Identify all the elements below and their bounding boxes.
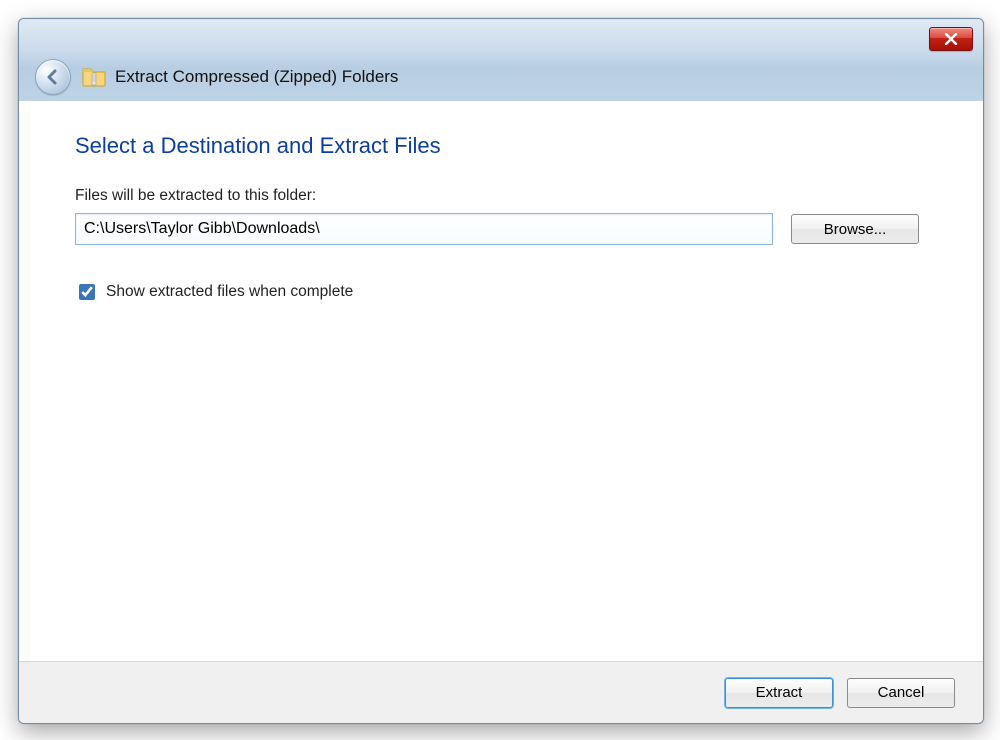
show-files-checkbox-label: Show extracted files when complete (106, 283, 353, 301)
destination-label: Files will be extracted to this folder: (75, 187, 927, 205)
extract-button[interactable]: Extract (725, 678, 833, 708)
show-files-checkbox[interactable] (79, 284, 95, 300)
show-files-checkbox-row[interactable]: Show extracted files when complete (75, 281, 927, 303)
back-arrow-icon (44, 68, 62, 86)
titlebar: Extract Compressed (Zipped) Folders (19, 19, 983, 102)
back-button[interactable] (35, 59, 71, 95)
close-icon (944, 33, 958, 45)
dialog-footer: Extract Cancel (19, 661, 983, 723)
page-heading: Select a Destination and Extract Files (75, 133, 927, 159)
cancel-button[interactable]: Cancel (847, 678, 955, 708)
dialog-window: Extract Compressed (Zipped) Folders Sele… (18, 18, 984, 724)
folder-zip-icon (81, 63, 107, 89)
dialog-title: Extract Compressed (Zipped) Folders (115, 67, 398, 87)
browse-button[interactable]: Browse... (791, 214, 919, 244)
dialog-content: Select a Destination and Extract Files F… (19, 101, 983, 661)
destination-row: Browse... (75, 213, 927, 245)
destination-path-input[interactable] (75, 213, 773, 245)
close-button[interactable] (929, 27, 973, 51)
